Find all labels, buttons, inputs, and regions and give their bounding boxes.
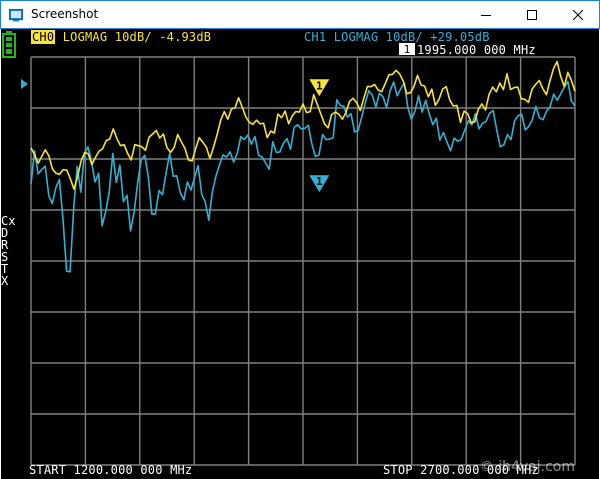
watermark: © jh4vaj.com	[479, 459, 575, 475]
marker-1-badge-icon: 1	[399, 43, 415, 56]
trace-plot: 11	[2, 31, 576, 466]
marker-1-ch0: 1	[309, 79, 330, 97]
close-button[interactable]	[555, 1, 600, 29]
ch0-header: CH0 LOGMAG 10dB/ -4.93dB	[31, 30, 212, 44]
ch0-readout: LOGMAG 10dB/ -4.93dB	[62, 30, 212, 44]
window-titlebar: Screenshot	[0, 0, 600, 29]
plot-markers: 11	[309, 79, 330, 193]
marker-1-ch1: 1	[309, 175, 330, 193]
close-icon	[573, 10, 583, 20]
marker-label: 1	[316, 175, 323, 188]
minimize-icon	[481, 15, 491, 16]
plot-grid	[30, 56, 576, 466]
analyzer-screen: 11 CH0 LOGMAG 10dB/ -4.93dB CH1 LOGMAG 1…	[1, 29, 599, 479]
marker-frequency: 1995.000 000 MHz	[417, 43, 536, 57]
app-icon	[9, 9, 23, 22]
side-menu-item-x[interactable]: X	[1, 275, 15, 287]
minimize-button[interactable]	[463, 1, 509, 29]
battery-icon	[2, 31, 16, 58]
maximize-button[interactable]	[509, 1, 555, 29]
start-frequency: START 1200.000 000 MHz	[29, 463, 193, 477]
side-menu: Cx D R S T X	[1, 215, 15, 287]
marker-readout: 1 1995.000 000 MHz	[399, 43, 536, 57]
ch0-tag: CH0	[31, 30, 56, 44]
maximize-icon	[527, 10, 537, 20]
svg-text:1: 1	[404, 43, 411, 56]
marker-label: 1	[316, 79, 323, 92]
window-title: Screenshot	[31, 7, 99, 21]
reference-level-marker	[21, 79, 28, 89]
